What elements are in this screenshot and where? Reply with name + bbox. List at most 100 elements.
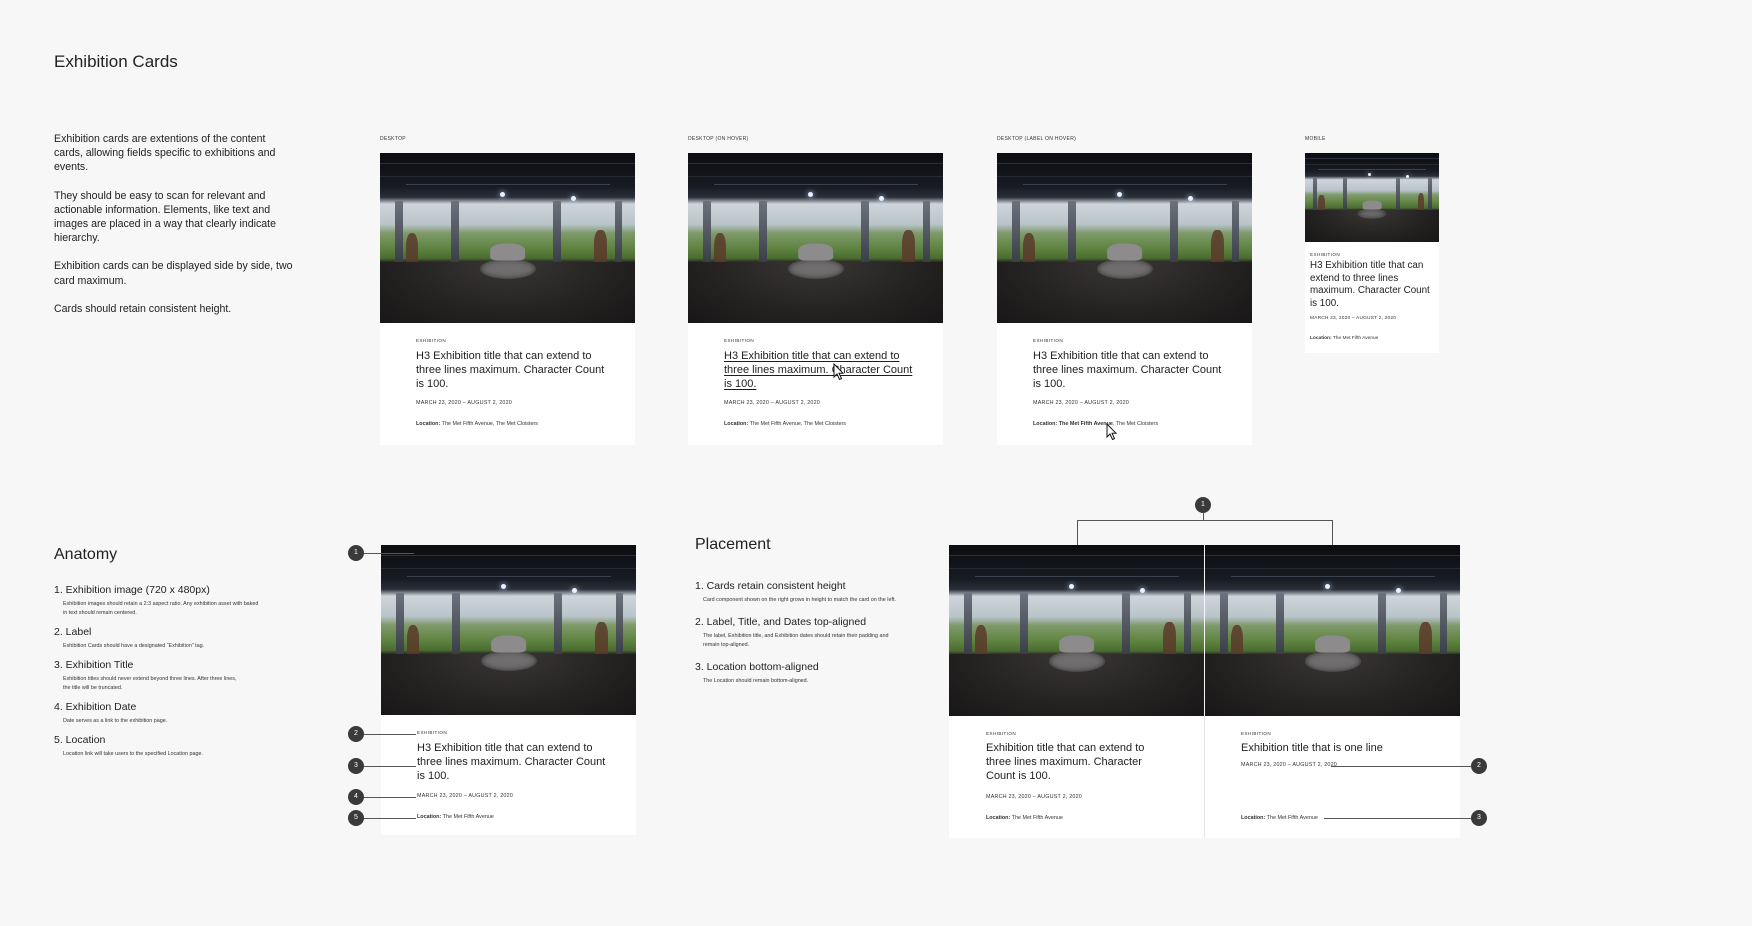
placement-item-heading: 3. Location bottom-aligned (695, 661, 819, 673)
card-location[interactable]: Location: The Met Fifth Avenue, The Met … (724, 421, 846, 427)
card-title[interactable]: H3 Exhibition title that can extend to t… (1033, 349, 1223, 391)
location-link: The Met Fifth Avenue (1266, 815, 1318, 821)
anatomy-list: 1. Exhibition image (720 x 480px) Exhibi… (54, 584, 274, 767)
placement-item-heading: 2. Label, Title, and Dates top-aligned (695, 616, 867, 628)
placement-title: Placement (695, 536, 771, 553)
placement-list: 1. Cards retain consistent height Card c… (695, 580, 905, 697)
callout-line (364, 766, 416, 767)
location-label: Location: (1033, 421, 1058, 427)
card-location: Location: The Met Fifth Avenue (986, 815, 1063, 821)
anatomy-item-description: Date serves as a link to the exhibition … (63, 718, 168, 724)
card-tag: EXHIBITION (724, 338, 755, 343)
intro-paragraph-2: They should be easy to scan for relevant… (54, 189, 276, 245)
card-body: EXHIBITION H3 Exhibition title that can … (381, 715, 636, 835)
card-body: EXHIBITION H3 Exhibition title that can … (1305, 242, 1439, 353)
card-body: EXHIBITION Exhibition title that can ext… (949, 716, 1204, 838)
location-link[interactable]: The Met Fifth Avenue (1333, 336, 1379, 341)
exhibition-image[interactable] (688, 153, 943, 323)
card-location: Location: The Met Fifth Avenue (417, 814, 494, 820)
callout-line (1324, 818, 1471, 819)
exhibition-image (381, 545, 636, 715)
callout-line (1331, 766, 1471, 767)
location-link[interactable]: The Met Fifth Avenue, The Met Cloisters (442, 421, 538, 427)
placement-item-heading: 1. Cards retain consistent height (695, 580, 846, 592)
pointer-cursor-icon (1106, 423, 1118, 441)
anatomy-title: Anatomy (54, 546, 118, 563)
anatomy-item-heading: 3. Exhibition Title (54, 659, 134, 671)
anatomy-item-description: Exhibition titles should never extend be… (63, 676, 237, 691)
card-location[interactable]: Location: The Met Fifth Avenue, The Met … (1033, 421, 1158, 427)
anatomy-marker-2: 2 (348, 726, 364, 742)
exhibition-card-desktop-label-hover[interactable]: EXHIBITION H3 Exhibition title that can … (997, 153, 1252, 445)
card-location[interactable]: Location: The Met Fifth Avenue (1310, 336, 1378, 341)
callout-line (364, 797, 416, 798)
anatomy-marker-5: 5 (348, 810, 364, 826)
card-title[interactable]: H3 Exhibition title that can extend to t… (416, 349, 606, 391)
anatomy-card: EXHIBITION H3 Exhibition title that can … (381, 545, 636, 835)
placement-marker-2: 2 (1471, 758, 1487, 774)
exhibition-card-desktop-hover[interactable]: EXHIBITION H3 Exhibition title that can … (688, 153, 943, 445)
card-body: EXHIBITION H3 Exhibition title that can … (380, 323, 635, 445)
card-dates[interactable]: MARCH 23, 2020 – AUGUST 2, 2020 (1033, 400, 1129, 406)
card-tag: EXHIBITION (986, 731, 1017, 736)
card-location[interactable]: Location: The Met Fifth Avenue, The Met … (416, 421, 538, 427)
variant-label-desktop-label-hover: DESKTOP (LABEL ON HOVER) (997, 136, 1077, 142)
location-label: Location: (417, 814, 442, 820)
card-location: Location: The Met Fifth Avenue (1241, 815, 1318, 821)
intro-text: Exhibition cards are extentions of the c… (54, 132, 294, 330)
location-link[interactable]: The Met Fifth Avenue, The Met Cloisters (750, 421, 846, 427)
location-link[interactable]: , The Met Cloisters (1113, 421, 1158, 427)
exhibition-card-desktop[interactable]: EXHIBITION H3 Exhibition title that can … (380, 153, 635, 445)
card-title: Exhibition title that is one line (1241, 742, 1383, 754)
anatomy-item-heading: 5. Location (54, 734, 106, 746)
card-title-hovered[interactable]: H3 Exhibition title that can extend to t… (724, 349, 914, 391)
location-label: Location: (986, 815, 1011, 821)
intro-paragraph-1: Exhibition cards are extentions of the c… (54, 133, 276, 174)
placement-marker-1: 1 (1195, 497, 1211, 513)
variant-label-mobile: MOBILE (1305, 136, 1326, 142)
anatomy-item-description: Exhibition Cards should have a designate… (63, 643, 205, 649)
card-dates[interactable]: MARCH 23, 2020 – AUGUST 2, 2020 (416, 400, 512, 406)
anatomy-marker-4: 4 (348, 789, 364, 805)
bracket-line (1203, 513, 1204, 520)
placement-marker-3: 3 (1471, 810, 1487, 826)
exhibition-card-mobile[interactable]: EXHIBITION H3 Exhibition title that can … (1305, 153, 1439, 353)
pointer-cursor-icon (833, 363, 845, 381)
card-body: EXHIBITION H3 Exhibition title that can … (997, 323, 1252, 445)
card-tag: EXHIBITION (417, 730, 448, 735)
anatomy-marker-3: 3 (348, 758, 364, 774)
card-tag: EXHIBITION (1241, 731, 1272, 736)
exhibition-image[interactable] (997, 153, 1252, 323)
card-body: EXHIBITION H3 Exhibition title that can … (688, 323, 943, 445)
card-tag: EXHIBITION (416, 338, 447, 343)
card-title[interactable]: H3 Exhibition title that can extend to t… (1310, 260, 1436, 310)
placement-card-right: EXHIBITION Exhibition title that is one … (1205, 545, 1460, 838)
exhibition-image (949, 545, 1204, 716)
intro-paragraph-4: Cards should retain consistent height. (54, 302, 232, 315)
page-title: Exhibition Cards (54, 52, 178, 71)
bracket-line (1077, 520, 1333, 521)
card-title: Exhibition title that can extend to thre… (986, 742, 1145, 782)
variant-label-desktop-hover: DESKTOP (ON HOVER) (688, 136, 749, 142)
placement-item-description: Card component shown on the right grows … (703, 597, 896, 603)
bracket-line (1077, 520, 1078, 546)
location-link: The Met Fifth Avenue (442, 814, 494, 820)
anatomy-item-heading: 4. Exhibition Date (54, 701, 137, 713)
anatomy-item-heading: 2. Label (54, 626, 92, 638)
placement-card-left: EXHIBITION Exhibition title that can ext… (949, 545, 1204, 838)
exhibition-image[interactable] (1305, 153, 1439, 242)
card-dates[interactable]: MARCH 23, 2020 – AUGUST 2, 2020 (724, 400, 820, 406)
exhibition-image[interactable] (380, 153, 635, 323)
card-dates: MARCH 23, 2020 – AUGUST 2, 2020 (417, 793, 513, 799)
variant-label-desktop: DESKTOP (380, 136, 406, 142)
anatomy-marker-1: 1 (348, 545, 364, 561)
card-dates: MARCH 23, 2020 – AUGUST 2, 2020 (1241, 762, 1337, 768)
callout-line (364, 818, 416, 819)
location-label: Location: (1310, 336, 1332, 341)
card-dates: MARCH 23, 2020 – AUGUST 2, 2020 (986, 794, 1082, 800)
card-dates[interactable]: MARCH 23, 2020 – AUGUST 2, 2020 (1310, 316, 1396, 321)
card-title: H3 Exhibition title that can extend to t… (417, 742, 606, 782)
anatomy-item-description: Location link will take users to the spe… (63, 751, 203, 757)
card-tag: EXHIBITION (1033, 338, 1064, 343)
location-label: Location: (416, 421, 441, 427)
